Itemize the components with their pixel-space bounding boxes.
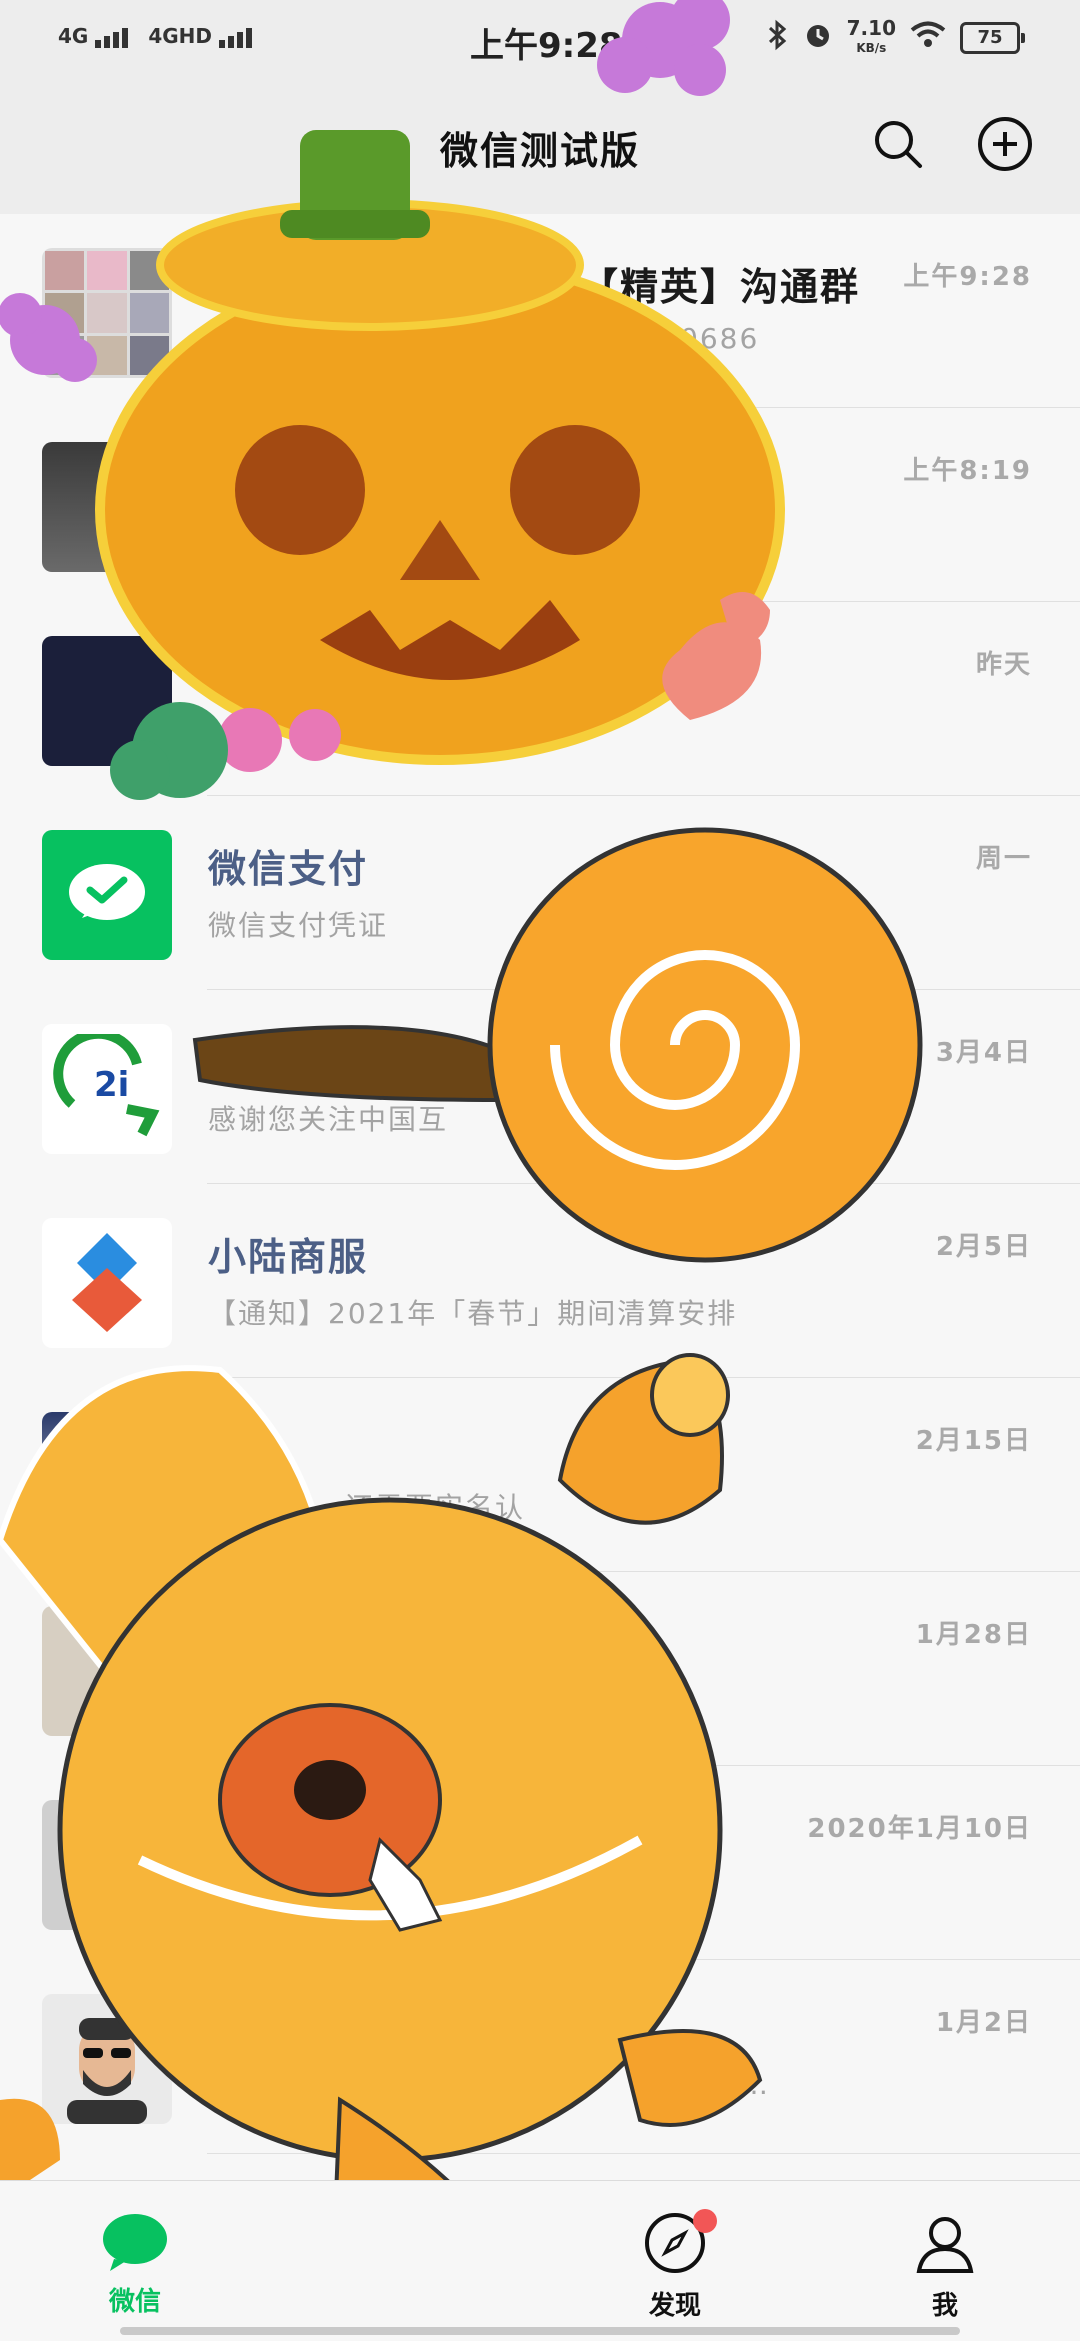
chat-item[interactable]: 2020年1月10日 [0, 1766, 1080, 1960]
chat-name: 小陆商服 [208, 1235, 369, 1279]
tab-discover-label: 发现 [648, 2291, 701, 2321]
person-icon [916, 2217, 974, 2273]
avatar [42, 1800, 172, 1930]
chat-time: 昨天 [975, 650, 1032, 680]
tab-me[interactable]: 我 [845, 2211, 1045, 2322]
chat-name: 【精英】沟通群 [580, 265, 861, 309]
group-avatar [42, 248, 172, 378]
signal-icon-2: 4GHD [148, 24, 253, 48]
tab-chats[interactable]: 微信 [35, 2211, 235, 2318]
chat-preview: 0686 [680, 322, 760, 355]
xiaolu-avatar [42, 1218, 172, 1348]
net-speed-value: 7.10 [846, 16, 896, 40]
bottom-tab-bar: 微信 发现 我 [0, 2180, 1080, 2341]
signal-label-1: 4G [58, 24, 89, 48]
chat-time: 2020年1月10日 [807, 1814, 1032, 1844]
chat-time: 3月4日 [935, 1038, 1032, 1068]
wifi-icon [910, 21, 946, 56]
avatar [42, 636, 172, 766]
avatar [42, 442, 172, 572]
chat-time: 周一 [975, 844, 1032, 874]
avatar [42, 1606, 172, 1736]
chat-preview: 微信支付凭证 [208, 909, 389, 942]
chat-time: 1月2日 [935, 2008, 1032, 2038]
net-speed-unit: KB/s [856, 41, 887, 55]
logo-2i-icon: 2i [53, 1034, 160, 1137]
chat-time: 2月15日 [915, 1426, 1032, 1456]
alarm-icon [803, 20, 833, 57]
tab-chats-label: 微信 [108, 2287, 161, 2317]
chat-bubble-icon [103, 2214, 167, 2271]
diamond-logo-icon [72, 1233, 142, 1332]
chat-item[interactable]: 【精英】沟通群 0686 上午9:28 [0, 214, 1080, 408]
badge-dot [693, 2209, 717, 2233]
chat-preview: 感谢您关注中国互 [208, 1103, 449, 1136]
signal-indicators: 4G 4GHD [58, 24, 253, 48]
wechat-pay-icon [69, 864, 145, 920]
status-right: 7.10 KB/s 75 [767, 18, 1025, 58]
chat-name: 微信支付 [208, 847, 369, 891]
chat-item[interactable]: 1月28日 [0, 1572, 1080, 1766]
chat-list: 【精英】沟通群 0686 上午9:28 上午8:19 昨天 微信支付 微信支付凭… [0, 214, 1080, 2154]
chat-time: 2月5日 [935, 1232, 1032, 1262]
wechat-pay-avatar [42, 830, 172, 960]
bearded-man-icon [67, 2018, 147, 2124]
search-button[interactable] [868, 114, 928, 174]
search-icon [875, 121, 922, 168]
svg-text:2i: 2i [94, 1065, 129, 1105]
cartoon-avatar [42, 1994, 172, 2124]
status-bar: 4G 4GHD 上午9:28 7.10 KB/s 75 [0, 0, 1080, 84]
status-time: 上午9:28 [470, 26, 623, 66]
plus-circle-icon [978, 117, 1032, 171]
chat-time: 上午8:19 [903, 456, 1032, 486]
signal-icon-1: 4G [58, 24, 129, 48]
chat-item[interactable]: 还需要实名认 2月15日 [0, 1378, 1080, 1572]
avatar [42, 1412, 172, 1542]
chat-item-xiaolu[interactable]: 小陆商服 【通知】2021年「春节」期间清算安排 2月5日 [0, 1184, 1080, 1378]
battery-icon: 75 [960, 22, 1025, 54]
chat-time: 上午9:28 [903, 262, 1032, 292]
chat-time: 1月28日 [915, 1620, 1032, 1650]
tab-me-label: 我 [931, 2291, 958, 2321]
bluetooth-icon [767, 19, 789, 58]
chat-preview: … [740, 2068, 770, 2101]
chat-preview: 【通知】2021年「春节」期间清算安排 [208, 1297, 738, 1330]
signal-label-2: 4GHD [148, 24, 213, 48]
chat-item[interactable]: 上午8:19 [0, 408, 1080, 602]
chat-preview: 还需要实名认 [345, 1491, 526, 1524]
net-speed: 7.10 KB/s [847, 18, 896, 58]
chat-item-wechat-pay[interactable]: 微信支付 微信支付凭证 周一 [0, 796, 1080, 990]
tab-discover[interactable]: 发现 [575, 2209, 775, 2322]
chat-item[interactable]: … 1月2日 [0, 1960, 1080, 2154]
title-bar: 微信测试版 [0, 84, 1080, 214]
chat-item[interactable]: 昨天 [0, 602, 1080, 796]
home-indicator[interactable] [120, 2327, 960, 2335]
chat-item[interactable]: 2i 感谢您关注中国互 3月4日 [0, 990, 1080, 1184]
service-avatar: 2i [42, 1024, 172, 1154]
add-button[interactable] [975, 114, 1035, 174]
